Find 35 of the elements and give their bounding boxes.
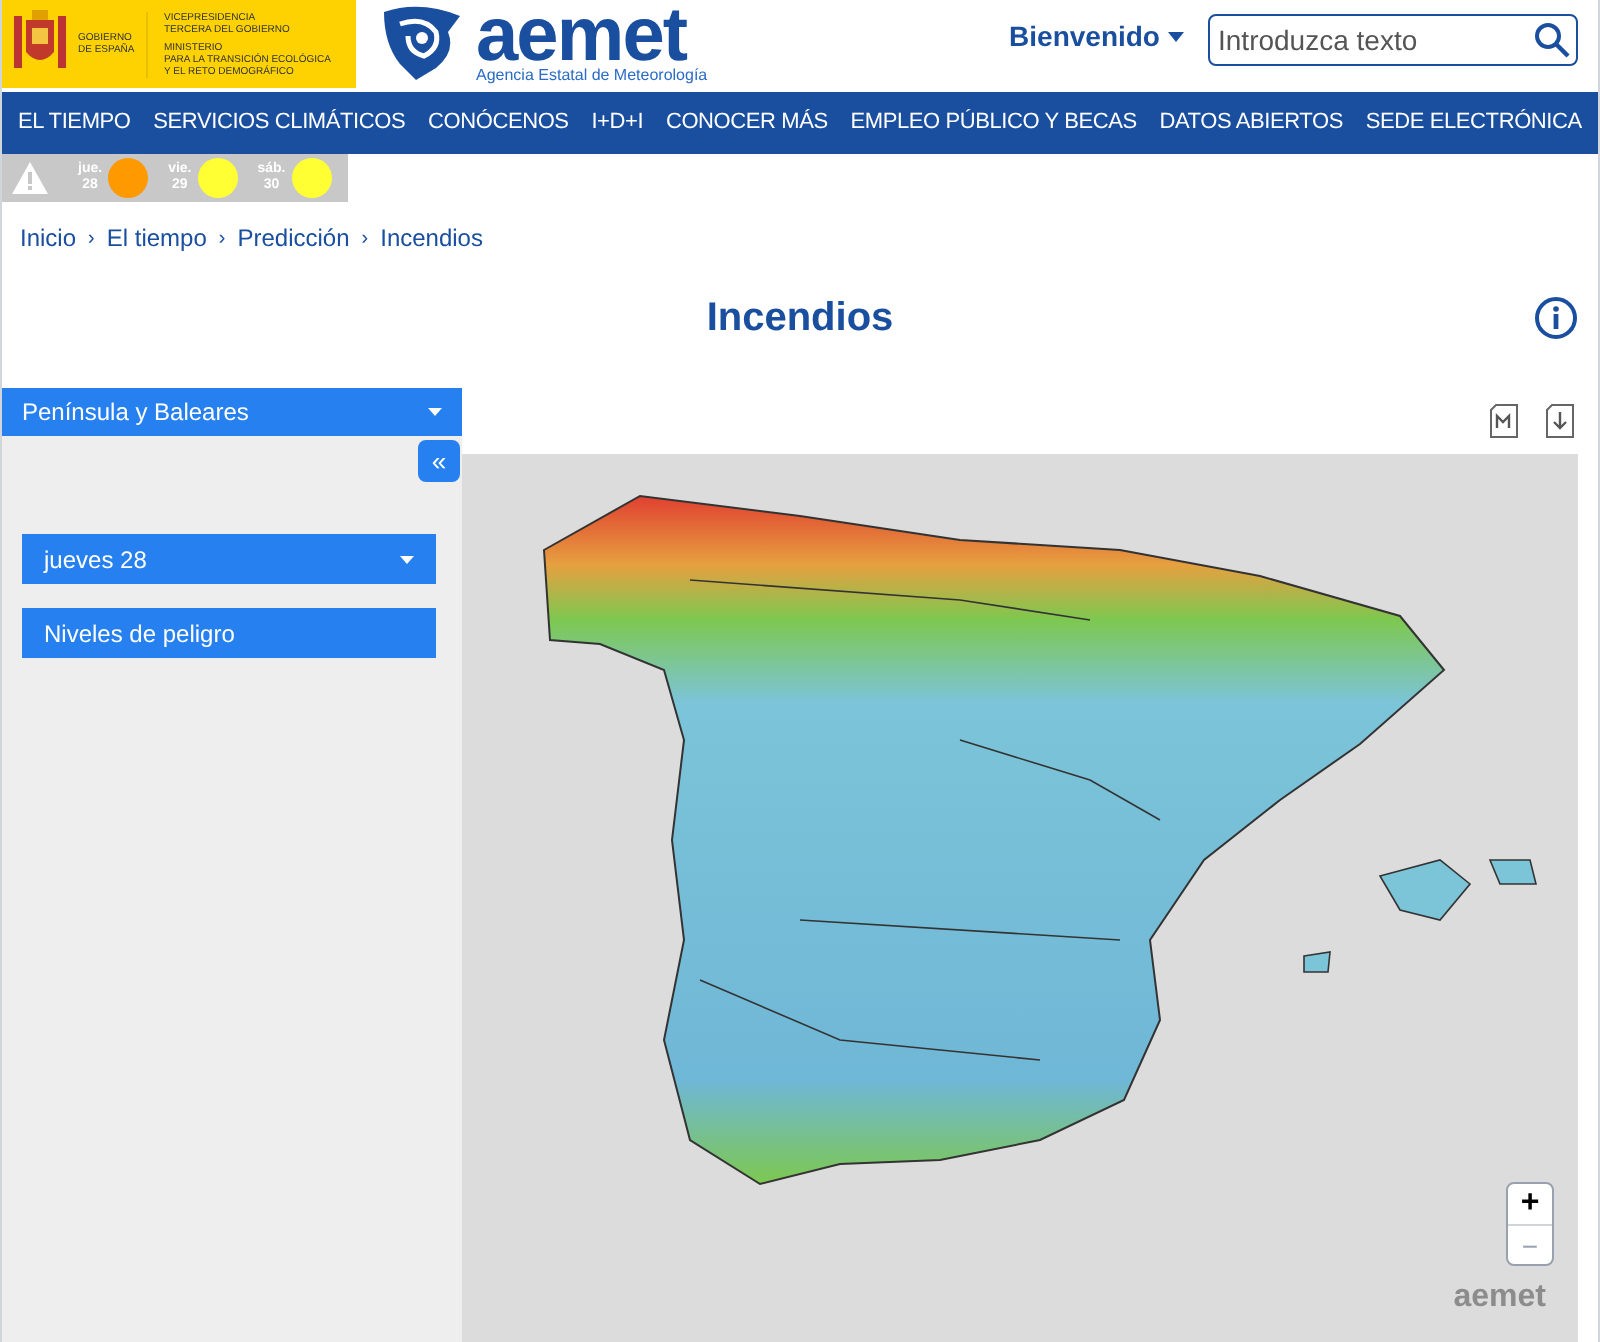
breadcrumb-link[interactable]: Incendios [380,220,483,256]
region-dropdown[interactable]: Península y Baleares [2,388,462,436]
logo-subtitle: Agencia Estatal de Meteorología [476,68,708,84]
nav-link[interactable]: SERVICIOS CLIMÁTICOS [153,106,406,140]
map-view[interactable]: + − aemet [462,454,1578,1342]
breadcrumb-link[interactable]: El tiempo [106,220,207,256]
download-icon[interactable] [1546,404,1574,438]
nav-link[interactable]: EL TIEMPO [18,106,131,140]
caret-icon [428,408,442,416]
separator-icon: › [218,223,226,253]
separator-icon: › [361,223,369,253]
breadcrumb-link[interactable]: Inicio [20,220,77,256]
search-field[interactable]: Introduzca texto [1208,14,1578,66]
nav-link[interactable]: SEDE ELECTRÓNICA [1365,106,1582,140]
nav-link[interactable]: CONOCER MÁS [665,106,828,140]
search-icon[interactable] [1534,22,1570,58]
collapse-button[interactable]: « [418,440,460,482]
zoom-in-button[interactable]: + [1508,1184,1552,1224]
warning-icon [10,160,50,196]
day-dropdown[interactable]: jueves 28 [22,534,436,584]
caret-icon [400,555,414,563]
info-icon[interactable] [1534,296,1578,340]
nav-link[interactable]: EMPLEO PÚBLICO Y BECAS [850,106,1137,140]
caret-icon [1168,32,1184,42]
nav-link[interactable]: DATOS ABIERTOS [1159,106,1343,140]
map-logo: aemet [1453,1278,1546,1318]
levels-button[interactable]: Niveles de peligro [22,608,436,658]
document-icon[interactable] [1490,404,1518,438]
user-menu[interactable]: Bienvenido [1009,16,1184,58]
separator-icon: › [88,223,95,253]
nav-link[interactable]: CONÓCENOS [428,106,569,140]
nav-link[interactable]: I+D+I [591,106,644,140]
breadcrumb-link[interactable]: Predicción [237,220,350,256]
logo-wordmark: aemet [476,4,687,68]
page-title: Incendios [706,294,894,344]
